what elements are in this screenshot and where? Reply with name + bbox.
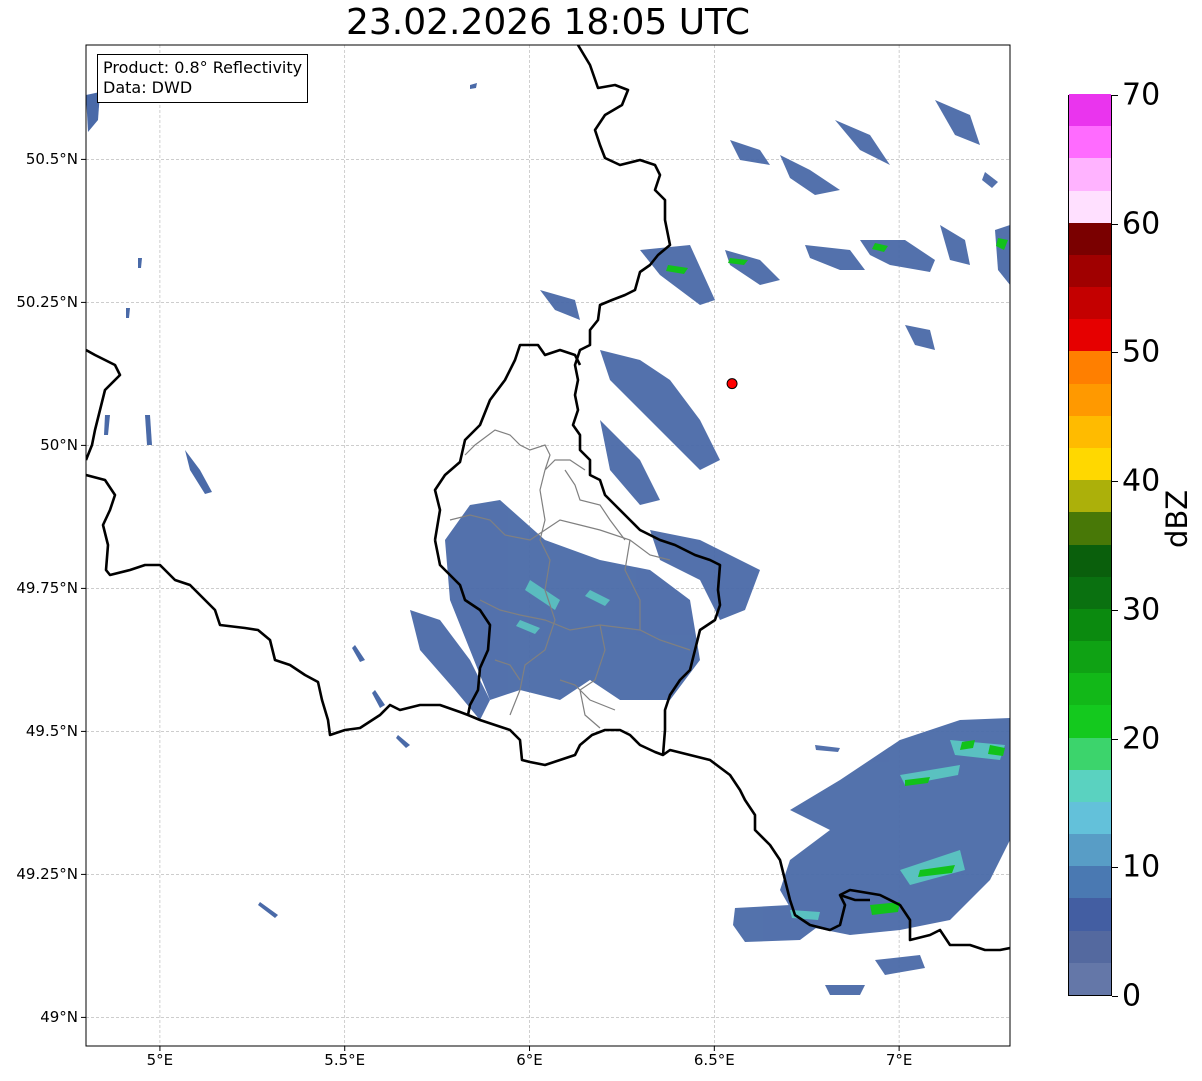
colorbar (1068, 93, 1112, 996)
colorbar-segment (1069, 286, 1111, 320)
colorbar-tick-label: 10 (1122, 849, 1161, 885)
lon-tick-label: 6°E (516, 1051, 543, 1069)
lon-tick-label: 6.5°E (693, 1051, 735, 1069)
colorbar-tick-label: 50 (1122, 334, 1161, 370)
colorbar-segment (1069, 672, 1111, 706)
colorbar-segment (1069, 704, 1111, 738)
colorbar-tick (1112, 481, 1118, 483)
lat-tick-label: 49°N (40, 1008, 78, 1027)
colorbar-segment (1069, 254, 1111, 288)
lat-tick-label: 49.75°N (16, 579, 78, 598)
lon-tick-label: 5°E (146, 1051, 174, 1069)
colorbar-segment (1069, 897, 1111, 931)
colorbar-tick-label: 30 (1122, 592, 1161, 628)
colorbar-segment (1069, 157, 1111, 191)
lat-tick-label: 50.5°N (25, 150, 78, 169)
colorbar-segment (1069, 865, 1111, 899)
colorbar-segment (1069, 190, 1111, 223)
echo-cells-west (86, 83, 477, 918)
colorbar-tick (1112, 867, 1118, 869)
colorbar-segment (1069, 962, 1111, 995)
colorbar-tick-label: 0 (1122, 978, 1142, 1014)
colorbar-segment (1069, 511, 1111, 545)
colorbar-segment (1069, 608, 1111, 642)
colorbar-segment (1069, 125, 1111, 159)
radar-site-marker (726, 378, 738, 390)
colorbar-segment (1069, 833, 1111, 867)
lat-tick-label: 49.5°N (25, 722, 78, 741)
colorbar-tick-label: 70 (1122, 77, 1161, 113)
colorbar-tick (1112, 609, 1118, 611)
colorbar-segment (1069, 769, 1111, 802)
lon-tick-label: 5.5°E (324, 1051, 366, 1069)
colorbar-segment (1069, 350, 1111, 384)
info-data-source: Data: DWD (103, 78, 193, 97)
lat-tick-label: 50.25°N (16, 293, 78, 312)
colorbar-tick (1112, 223, 1118, 225)
colorbar-tick (1112, 352, 1118, 354)
colorbar-segment (1069, 801, 1111, 835)
echo-band-southeast (733, 718, 1010, 995)
colorbar-segment (1069, 930, 1111, 963)
colorbar-tick-label: 20 (1122, 721, 1161, 757)
colorbar-tick-label: 60 (1122, 206, 1161, 242)
info-product: Product: 0.8° Reflectivity (103, 58, 303, 77)
colorbar-segment (1069, 318, 1111, 352)
lon-tick-label: 7°E (885, 1051, 913, 1069)
colorbar-segment (1069, 544, 1111, 577)
colorbar-segment (1069, 576, 1111, 609)
colorbar-tick (1112, 738, 1118, 740)
lat-tick-label: 50°N (40, 436, 78, 455)
colorbar-tick (1112, 95, 1118, 96)
info-box: Product: 0.8° Reflectivity Data: DWD (97, 54, 309, 103)
colorbar-segment (1069, 93, 1111, 127)
colorbar-segment (1069, 479, 1111, 513)
radar-map (81, 44, 1011, 1051)
colorbar-tick (1112, 996, 1118, 997)
colorbar-label: dBZ (1160, 489, 1194, 548)
radar-echoes (86, 83, 1010, 995)
colorbar-segment (1069, 447, 1111, 481)
colorbar-segment (1069, 415, 1111, 448)
colorbar-segment (1069, 383, 1111, 416)
lat-tick-label: 49.25°N (16, 865, 78, 884)
colorbar-segment (1069, 640, 1111, 674)
colorbar-segment (1069, 737, 1111, 770)
colorbar-segment (1069, 222, 1111, 255)
colorbar-tick-label: 40 (1122, 463, 1161, 499)
